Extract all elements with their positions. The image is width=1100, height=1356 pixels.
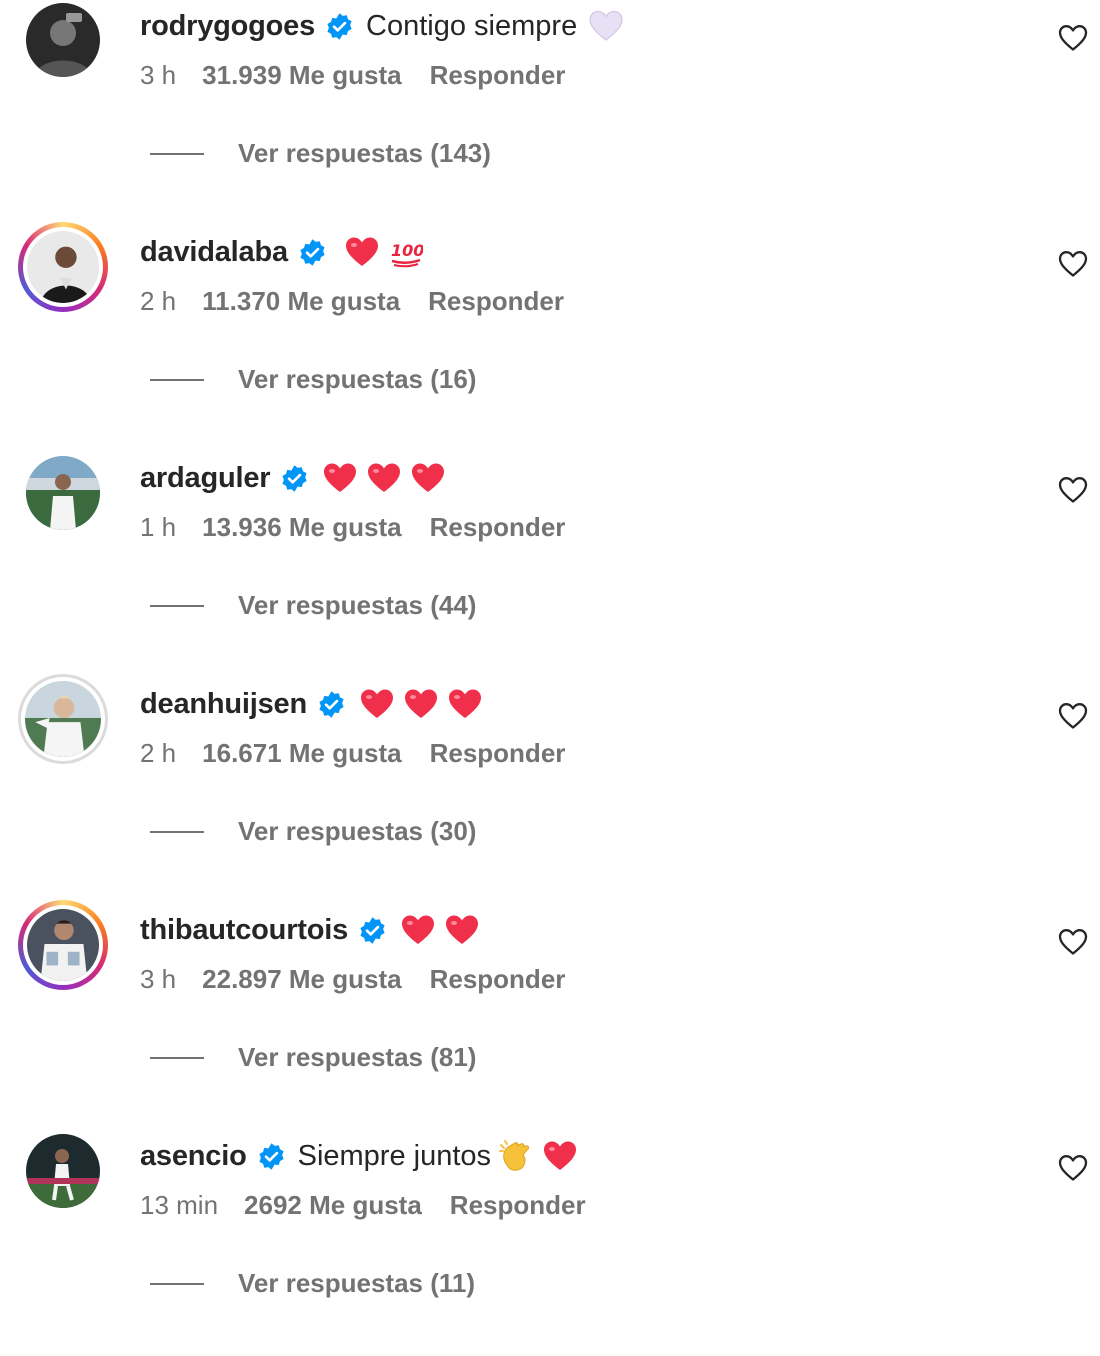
reply-button[interactable]: Responder	[430, 964, 566, 995]
view-replies-label[interactable]: Ver respuestas (81)	[238, 1042, 476, 1073]
username[interactable]: thibautcourtois	[140, 914, 348, 947]
view-replies-button[interactable]: Ver respuestas (11)	[150, 1268, 475, 1299]
red-heart-icon	[360, 688, 394, 720]
view-replies-label[interactable]: Ver respuestas (11)	[238, 1268, 475, 1299]
likes-count[interactable]: 31.939 Me gusta	[202, 60, 401, 91]
clapping-hands-icon	[499, 1139, 533, 1173]
verified-badge-icon	[298, 238, 327, 267]
comment-time: 2 h	[140, 738, 177, 768]
view-replies-label[interactable]: Ver respuestas (30)	[238, 816, 476, 847]
like-heart-icon[interactable]	[1058, 476, 1088, 504]
comment-time: 2 h	[140, 286, 177, 316]
divider	[150, 378, 204, 381]
verified-badge-icon	[280, 464, 309, 493]
view-replies-label[interactable]: Ver respuestas (16)	[238, 364, 476, 395]
like-heart-icon[interactable]	[1058, 250, 1088, 278]
view-replies-button[interactable]: Ver respuestas (30)	[150, 816, 476, 847]
comment: asencio Siempre juntos 13 min 2692 Me gu…	[0, 1130, 1100, 1356]
view-replies-label[interactable]: Ver respuestas (143)	[238, 138, 491, 169]
avatar[interactable]	[18, 674, 108, 764]
reply-button[interactable]: Responder	[430, 512, 566, 543]
avatar[interactable]	[18, 222, 108, 312]
divider	[150, 1282, 204, 1285]
verified-badge-icon	[358, 916, 387, 945]
view-replies-button[interactable]: Ver respuestas (16)	[150, 364, 476, 395]
username[interactable]: deanhuijsen	[140, 688, 307, 721]
avatar[interactable]	[18, 900, 108, 990]
reply-button[interactable]: Responder	[450, 1190, 586, 1221]
red-heart-icon	[323, 462, 357, 494]
likes-count[interactable]: 11.370 Me gusta	[202, 286, 400, 317]
comment: thibautcourtois 3 h 22.897 Me gusta Resp…	[0, 900, 1100, 1130]
comment: davidalaba 100 2 h 11.370 Me gusta Respo…	[0, 222, 1100, 452]
likes-count[interactable]: 22.897 Me gusta	[202, 964, 401, 995]
hundred-points-icon: 100	[389, 236, 423, 268]
username[interactable]: asencio	[140, 1140, 247, 1173]
like-heart-icon[interactable]	[1058, 928, 1088, 956]
red-heart-icon	[448, 688, 482, 720]
verified-badge-icon	[317, 690, 346, 719]
username[interactable]: davidalaba	[140, 236, 288, 269]
red-heart-icon	[404, 688, 438, 720]
view-replies-button[interactable]: Ver respuestas (81)	[150, 1042, 476, 1073]
likes-count[interactable]: 16.671 Me gusta	[202, 738, 401, 769]
like-heart-icon[interactable]	[1058, 24, 1088, 52]
red-heart-icon	[401, 914, 435, 946]
comment: rodrygogoes Contigo siempre 3 h 31.939 M…	[0, 0, 1100, 226]
divider	[150, 604, 204, 607]
reply-button[interactable]: Responder	[428, 286, 564, 317]
view-replies-button[interactable]: Ver respuestas (44)	[150, 590, 476, 621]
svg-text:100: 100	[391, 241, 423, 260]
avatar[interactable]	[18, 1126, 108, 1216]
reply-button[interactable]: Responder	[430, 60, 566, 91]
comment: ardaguler 1 h 13.936 Me gusta Responder …	[0, 452, 1100, 678]
username[interactable]: ardaguler	[140, 462, 271, 495]
divider	[150, 830, 204, 833]
view-replies-label[interactable]: Ver respuestas (44)	[238, 590, 476, 621]
comment-time: 3 h	[140, 60, 177, 90]
reply-button[interactable]: Responder	[430, 738, 566, 769]
avatar[interactable]	[18, 448, 108, 538]
red-heart-icon	[543, 1140, 577, 1172]
divider	[150, 1056, 204, 1059]
comment-time: 3 h	[140, 964, 177, 994]
like-heart-icon[interactable]	[1058, 702, 1088, 730]
red-heart-icon	[367, 462, 401, 494]
red-heart-icon	[345, 236, 379, 268]
username[interactable]: rodrygogoes	[140, 10, 315, 43]
likes-count[interactable]: 13.936 Me gusta	[202, 512, 401, 543]
verified-badge-icon	[325, 12, 354, 41]
comment-time: 13 min	[140, 1190, 219, 1220]
red-heart-icon	[445, 914, 479, 946]
red-heart-icon	[411, 462, 445, 494]
likes-count[interactable]: 2692 Me gusta	[244, 1190, 422, 1221]
view-replies-button[interactable]: Ver respuestas (143)	[150, 138, 491, 169]
comment: deanhuijsen 2 h 16.671 Me gusta Responde…	[0, 674, 1100, 904]
comment-text: Siempre juntos	[297, 1139, 492, 1172]
comment-text: Contigo siempre	[366, 9, 578, 42]
avatar[interactable]	[18, 0, 108, 85]
white-heart-icon	[589, 10, 623, 42]
divider	[150, 152, 204, 155]
comment-time: 1 h	[140, 512, 177, 542]
like-heart-icon[interactable]	[1058, 1154, 1088, 1182]
verified-badge-icon	[257, 1142, 286, 1171]
